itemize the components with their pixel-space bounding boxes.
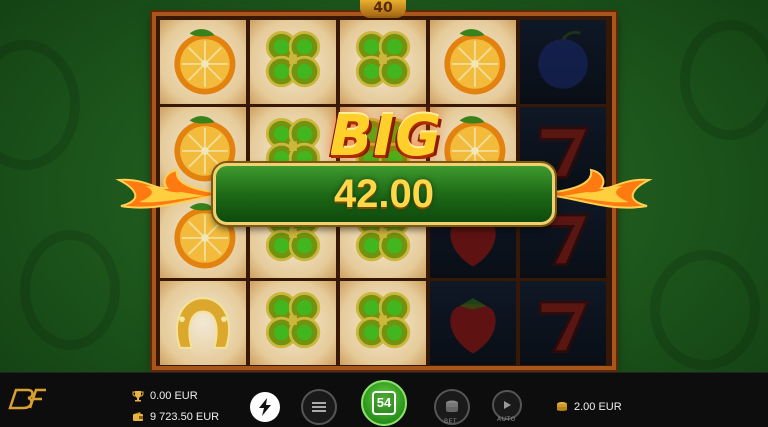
game-area: 40 BIG WIN 42.00 <box>0 0 768 372</box>
reel-cell <box>520 20 606 104</box>
background-horseshoe-decoration <box>680 20 768 140</box>
reel-cell <box>250 20 336 104</box>
balance-value: 9 723.50 EUR <box>150 411 220 423</box>
big-win-title: BIG WIN <box>320 104 451 235</box>
orange-symbol-icon <box>174 29 236 95</box>
strawberry-symbol-icon <box>450 298 496 354</box>
last-win-display: 0.00 EUR <box>132 390 198 402</box>
background-horseshoe-decoration <box>20 230 120 350</box>
coin-stack-icon <box>446 400 458 413</box>
spin-button[interactable]: 54 <box>361 380 407 426</box>
reel-cell <box>160 20 246 104</box>
golden-horseshoe-symbol-icon <box>175 297 231 349</box>
clover-symbol-icon <box>355 291 411 349</box>
bet-label: BET <box>444 418 458 425</box>
win-amount-panel: 42.00 <box>213 163 555 225</box>
reel-cell <box>430 281 516 365</box>
spin-count: 54 <box>372 391 396 415</box>
bet-value: 2.00 EUR <box>574 401 622 413</box>
plum-symbol-icon <box>538 30 588 89</box>
reel-cell <box>430 20 516 104</box>
left-flame-wing-decoration <box>115 168 214 209</box>
background-horseshoe-decoration <box>650 250 760 370</box>
last-win-value: 0.00 EUR <box>150 390 198 402</box>
orange-symbol-icon <box>444 29 506 95</box>
bet-value-display: 2.00 EUR <box>556 401 622 413</box>
seven-symbol-icon <box>538 300 590 354</box>
menu-button[interactable] <box>301 389 337 425</box>
clover-symbol-icon <box>265 291 321 349</box>
background-horseshoe-decoration <box>0 40 80 170</box>
bf-logo <box>8 388 46 410</box>
win-amount: 42.00 <box>333 172 435 216</box>
play-icon <box>504 401 511 409</box>
hamburger-menu-icon <box>312 402 326 412</box>
clover-symbol-icon <box>355 30 411 88</box>
wallet-icon <box>133 412 143 422</box>
reel-cell <box>340 20 426 104</box>
turbo-button[interactable] <box>250 392 280 422</box>
reel-cell <box>250 281 336 365</box>
reel-cell <box>160 281 246 365</box>
clover-symbol-icon <box>265 30 321 88</box>
coin-stack-icon <box>557 402 567 411</box>
reel-cell <box>520 281 606 365</box>
reel-cell <box>340 281 426 365</box>
right-flame-wing-decoration <box>554 168 653 209</box>
lightning-bolt-icon <box>259 398 271 416</box>
auto-label: AUTO <box>497 416 516 423</box>
balance-display: 9 723.50 EUR <box>132 411 219 423</box>
trophy-icon <box>132 391 144 402</box>
top-badge: 40 <box>360 0 406 18</box>
